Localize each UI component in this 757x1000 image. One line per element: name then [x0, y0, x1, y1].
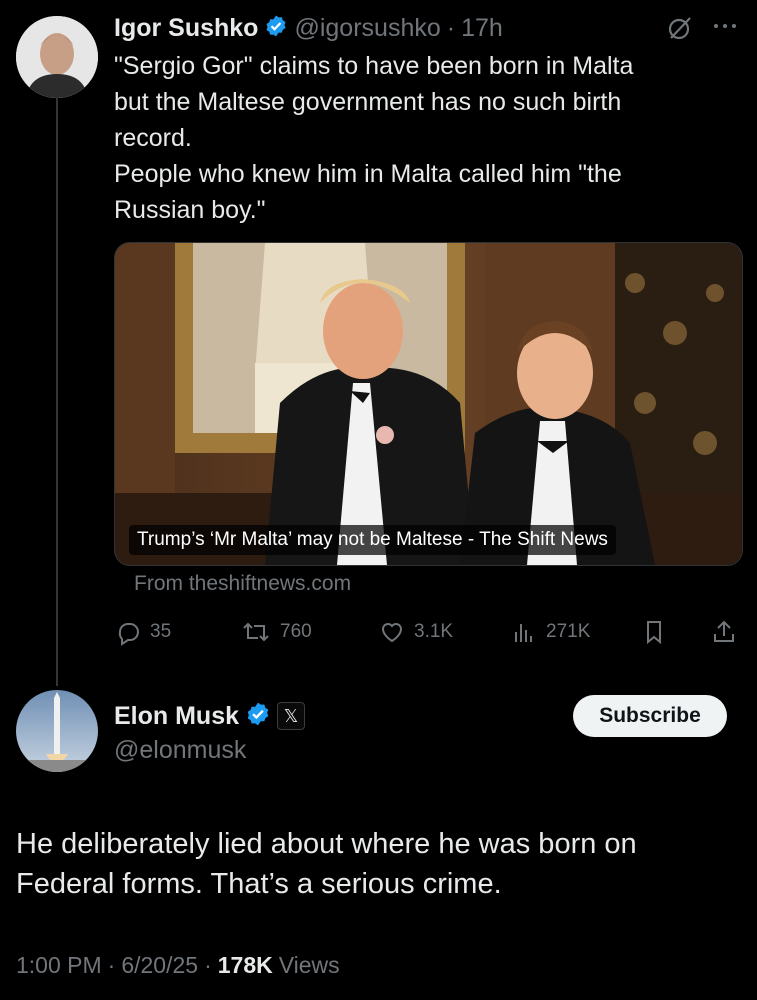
reply-header: Elon Musk 𝕏 — [114, 698, 306, 734]
like-count: 3.1K — [414, 621, 454, 642]
views-button[interactable]: 271K — [510, 618, 590, 646]
like-button[interactable]: 3.1K — [378, 618, 453, 646]
link-card[interactable]: Trump’s ‘Mr Malta’ may not be Maltese - … — [114, 242, 743, 566]
action-bar: 35 760 3.1K 271K — [114, 614, 742, 650]
bookmark-icon — [647, 621, 661, 645]
views-label: Views — [278, 952, 340, 978]
more-icon[interactable] — [710, 14, 740, 38]
repost-icon — [243, 622, 269, 642]
tweet-header: Igor Sushko @igorsushko · 17h — [114, 10, 503, 46]
views-total: 178K — [217, 952, 273, 978]
reply-date[interactable]: 6/20/25 — [121, 952, 198, 979]
reply-meta: 1:00 PM · 6/20/25 · 178K Views — [16, 952, 340, 979]
tweet-text-line: record. — [114, 124, 192, 152]
repost-count: 760 — [280, 621, 312, 642]
repost-button[interactable]: 760 — [240, 618, 312, 646]
subscribe-button[interactable]: Subscribe — [573, 695, 727, 737]
tweet-text-line: but the Maltese government has no such b… — [114, 88, 622, 116]
like-icon — [381, 623, 403, 643]
reply-author-name[interactable]: Elon Musk — [114, 702, 239, 731]
thread-line — [56, 98, 58, 686]
avatar-elon[interactable] — [16, 690, 98, 772]
separator: · — [204, 952, 212, 978]
avatar-igor[interactable] — [16, 16, 98, 98]
reply-time[interactable]: 1:00 PM — [16, 952, 102, 979]
grok-icon[interactable] — [666, 14, 694, 42]
author-name[interactable]: Igor Sushko — [114, 14, 258, 43]
tweet-text-line: "Sergio Gor" claims to have been born in… — [114, 52, 634, 80]
verified-icon — [264, 14, 288, 43]
reply-icon — [118, 623, 139, 646]
card-caption[interactable]: Trump’s ‘Mr Malta’ may not be Maltese - … — [129, 525, 616, 555]
tweet-text-line: Russian boy." — [114, 196, 266, 224]
views-icon — [515, 624, 532, 642]
card-photo — [115, 243, 742, 565]
views-count: 271K — [546, 621, 591, 642]
reply-author-handle[interactable]: @elonmusk — [114, 736, 246, 765]
reply-button[interactable]: 35 — [114, 618, 171, 646]
tweet-text-line: People who knew him in Malta called him … — [114, 160, 622, 188]
reply-text-line: He deliberately lied about where he was … — [16, 828, 637, 860]
reply-text-line: Federal forms. That’s a serious crime. — [16, 868, 502, 900]
separator: · — [446, 13, 456, 42]
reply-count: 35 — [150, 621, 172, 642]
x-logo-icon: 𝕏 — [277, 702, 306, 730]
card-source[interactable]: From theshiftnews.com — [134, 572, 351, 596]
reply-text: He deliberately lied about where he was … — [16, 824, 736, 904]
verified-icon — [245, 701, 271, 732]
bookmark-button[interactable] — [640, 618, 668, 651]
separator: · — [107, 952, 116, 978]
tweet-time[interactable]: 17h — [461, 14, 503, 43]
author-handle[interactable]: @igorsushko — [294, 14, 440, 43]
tweet-text: "Sergio Gor" claims to have been born in… — [114, 48, 734, 228]
share-icon — [714, 620, 734, 642]
share-button[interactable] — [710, 618, 738, 651]
